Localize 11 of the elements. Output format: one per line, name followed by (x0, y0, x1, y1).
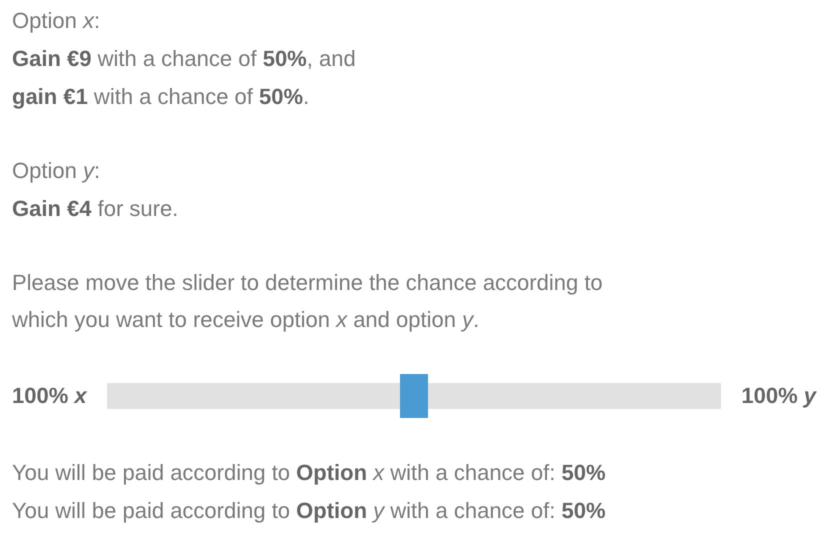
instruction-text: Please move the slider to determine the chance according to which you want to receive option x and option y. (12, 269, 604, 334)
result-text: You will be paid according to Option x with a chance of: 50% (12, 459, 607, 487)
slider-left-label: 100% x (12, 382, 87, 410)
option-heading: Option y: (12, 157, 102, 185)
result-text: You will be paid according to Option y with a chance of: 50% (12, 497, 607, 525)
option-description: Gain €9 with a chance of 50%, and (12, 45, 357, 73)
option-description: Gain €4 for sure. (12, 195, 180, 223)
option-heading: Option x: (12, 7, 102, 35)
option-description: gain €1 with a chance of 50%. (12, 83, 310, 111)
slider-thumb[interactable] (400, 374, 428, 418)
slider-right-label: 100% y (741, 382, 816, 410)
